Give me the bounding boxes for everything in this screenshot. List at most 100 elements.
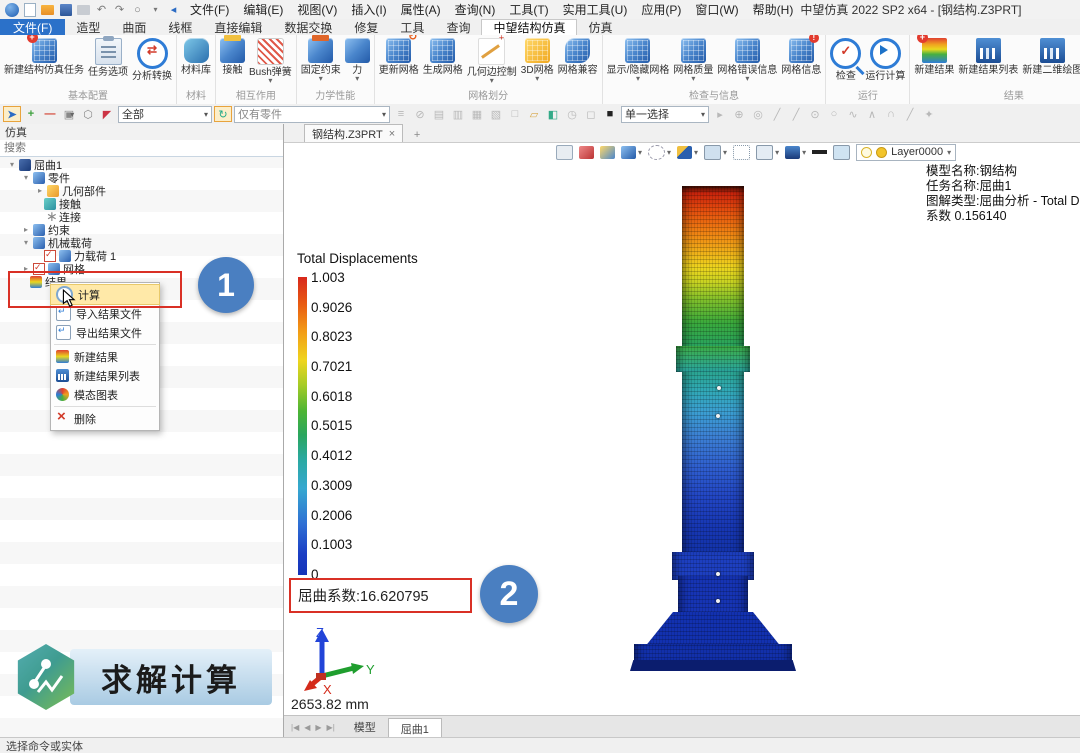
chevron-down-icon[interactable]: ▾ — [694, 148, 698, 157]
tab-direct-edit[interactable]: 直接编辑 — [203, 19, 273, 35]
tab-wireframe[interactable]: 线框 — [157, 19, 203, 35]
expander-icon[interactable] — [8, 160, 16, 169]
checkbox-checked-icon[interactable] — [44, 250, 56, 262]
expander-icon[interactable] — [22, 238, 30, 247]
clip-window-icon[interactable] — [756, 145, 773, 160]
menu-view[interactable]: 视图(V) — [290, 0, 344, 19]
last-sheet-icon[interactable]: ▶| — [327, 723, 335, 732]
expander-icon[interactable] — [22, 225, 30, 234]
color-swatch-icon[interactable] — [833, 145, 850, 160]
checkbox-checked-icon[interactable] — [33, 263, 45, 275]
sync-view-icon[interactable]: ↻ — [215, 107, 231, 121]
bush-spring-button[interactable]: Bush弹簧 — [247, 36, 294, 86]
mesh-error-info-button[interactable]: 网格错误信息 — [715, 36, 779, 84]
arc-icon[interactable]: ∩ — [883, 107, 899, 121]
pick-mode-select[interactable]: 单一选择 — [621, 106, 709, 123]
hand-icon[interactable]: ✦ — [921, 107, 937, 121]
plane-yz-icon[interactable]: ▥ — [450, 107, 466, 121]
menu-file[interactable]: 文件(F) — [183, 0, 236, 19]
circle-tool-icon[interactable]: ○ — [129, 2, 146, 17]
chevron-down-icon[interactable]: ▾ — [775, 148, 779, 157]
shade-mode-icon[interactable] — [600, 146, 615, 159]
mesh-info-button[interactable]: 网格信息 — [779, 36, 823, 77]
tab-heal[interactable]: 修复 — [343, 19, 389, 35]
run-calculation-button[interactable]: 运行计算 — [863, 36, 907, 83]
tab-data-exchange[interactable]: 数据交换 — [273, 19, 343, 35]
chevron-down-icon[interactable]: ▾ — [638, 148, 642, 157]
frame-icon[interactable]: ◻ — [583, 107, 599, 121]
section-view-icon[interactable] — [785, 146, 800, 159]
geometry-edge-control-button[interactable]: 几何边控制 — [465, 36, 519, 86]
zoom-window-icon[interactable] — [733, 145, 750, 160]
menu-edit[interactable]: 编辑(E) — [236, 0, 290, 19]
chevron-down-icon[interactable]: ▾ — [802, 148, 806, 157]
contact-button[interactable]: 接触 — [218, 36, 247, 77]
dropdown-caret-icon[interactable] — [691, 76, 695, 83]
plane-custom-icon[interactable]: ▧ — [488, 107, 504, 121]
dropdown-caret-icon[interactable] — [268, 78, 272, 85]
menu-attributes[interactable]: 属性(A) — [394, 0, 448, 19]
entity-filter-select[interactable]: 仅有零件 — [234, 106, 390, 123]
material-library-button[interactable]: 材料库 — [179, 36, 213, 77]
plane-xz-icon[interactable]: ▦ — [469, 107, 485, 121]
polyline-tool-icon[interactable]: ╱ — [788, 107, 804, 121]
layer-selector[interactable]: Layer0000 ▾ — [856, 144, 956, 161]
menu-utilities[interactable]: 实用工具(U) — [556, 0, 635, 19]
context-modal-chart-item[interactable]: 模态图表 — [51, 385, 159, 404]
chevron-down-icon[interactable]: ▾ — [667, 148, 671, 157]
expander-icon[interactable] — [22, 264, 30, 273]
background-icon[interactable] — [704, 145, 721, 160]
tab-structural-simulation[interactable]: 中望结构仿真 — [481, 19, 577, 35]
show-hide-mesh-button[interactable]: 显示/隐藏网格 — [605, 36, 672, 84]
new-file-icon[interactable] — [21, 2, 38, 17]
circle-edge-icon[interactable]: ○ — [826, 107, 842, 121]
context-new-result-list-item[interactable]: 新建结果列表 — [51, 366, 159, 385]
stop-icon[interactable]: ■ — [602, 107, 618, 121]
collapse-icon[interactable]: ◂ — [165, 2, 182, 17]
new-result-button[interactable]: 新建结果 — [912, 36, 956, 77]
mesh-quality-button[interactable]: 网格质量 — [671, 36, 715, 84]
menu-applications[interactable]: 应用(P) — [634, 0, 688, 19]
print-icon[interactable] — [75, 2, 92, 17]
link-icon[interactable]: ⊘ — [412, 107, 428, 121]
add-icon[interactable]: + — [23, 107, 39, 121]
fixed-constraint-button[interactable]: 固定约束 — [299, 36, 343, 84]
filter-icon[interactable]: ◤ — [99, 107, 115, 121]
tree-search-input[interactable] — [0, 141, 277, 155]
save-icon[interactable] — [57, 2, 74, 17]
remove-icon[interactable]: — — [42, 107, 58, 121]
context-export-results-item[interactable]: 导出结果文件 — [51, 323, 159, 342]
tab-shape[interactable]: 造型 — [65, 19, 111, 35]
generate-mesh-button[interactable]: 生成网格 — [421, 36, 465, 77]
close-tab-icon[interactable]: × — [389, 128, 395, 140]
menu-tools[interactable]: 工具(T) — [502, 0, 555, 19]
buckling-sheet-tab[interactable]: 屈曲1 — [388, 718, 442, 738]
tab-file[interactable]: 文件(F) — [0, 19, 65, 35]
dropdown-caret-icon[interactable] — [745, 76, 749, 83]
document-tab[interactable]: 钢结构.Z3PRT× — [304, 124, 403, 142]
model-sheet-tab[interactable]: 模型 — [342, 716, 388, 738]
quickbar-caret-icon[interactable]: ▾ — [147, 2, 164, 17]
new-tab-button[interactable]: + — [409, 127, 425, 142]
face-icon[interactable]: □ — [507, 107, 523, 121]
line-width-icon[interactable] — [812, 150, 827, 154]
render-mode-icon[interactable] — [677, 146, 692, 159]
brush-icon[interactable] — [579, 146, 594, 159]
expander-icon[interactable] — [36, 186, 44, 195]
menu-help[interactable]: 帮助(H) — [746, 0, 801, 19]
exit-view-icon[interactable] — [556, 145, 573, 160]
plane-xy-icon[interactable]: ▤ — [431, 107, 447, 121]
prev-sheet-icon[interactable]: ◀ — [304, 723, 310, 732]
force-button[interactable]: 力 — [343, 36, 372, 84]
tab-tools[interactable]: 工具 — [389, 19, 435, 35]
dropdown-caret-icon[interactable] — [355, 76, 359, 83]
menu-insert[interactable]: 插入(I) — [344, 0, 393, 19]
context-delete-item[interactable]: 删除 — [51, 409, 159, 428]
select-tool-icon[interactable]: ➤ — [4, 107, 20, 121]
dropdown-caret-icon[interactable] — [535, 76, 539, 83]
rotate-view-icon[interactable] — [648, 145, 665, 160]
slash-icon[interactable]: ╱ — [902, 107, 918, 121]
tab-inquire[interactable]: 查询 — [435, 19, 481, 35]
redo-icon[interactable]: ↷ — [111, 2, 128, 17]
angle-icon[interactable]: ∧ — [864, 107, 880, 121]
